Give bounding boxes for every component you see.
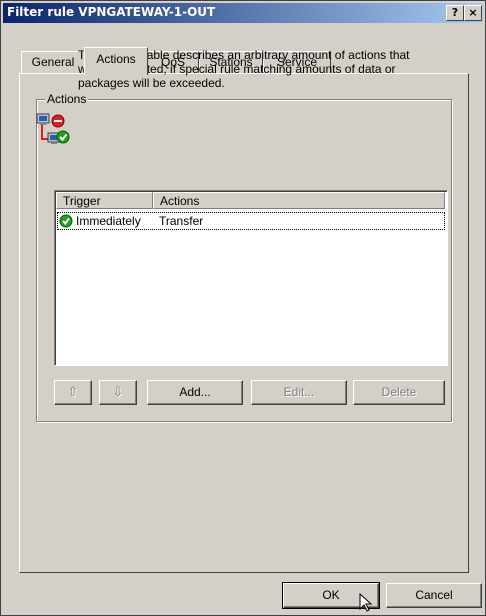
edit-button[interactable]: Edit... <box>251 380 347 405</box>
actions-table[interactable]: Trigger Actions Immediately Transfer <box>54 190 448 366</box>
close-button[interactable]: × <box>464 5 482 21</box>
move-down-button[interactable]: ⇩ <box>99 380 137 405</box>
add-button[interactable]: Add... <box>147 380 243 405</box>
tab-general[interactable]: General <box>21 51 85 74</box>
actions-group-label: Actions <box>45 92 89 106</box>
trigger-cell: Immediately <box>76 214 141 228</box>
arrow-down-icon: ⇩ <box>112 384 124 399</box>
green-check-icon <box>59 214 73 228</box>
delete-button[interactable]: Delete <box>353 380 445 405</box>
arrow-up-icon: ⇧ <box>67 384 79 399</box>
action-cell: Transfer <box>159 214 204 228</box>
tab-actions[interactable]: Actions <box>84 47 148 75</box>
column-header-trigger[interactable]: Trigger <box>56 192 153 209</box>
column-header-actions[interactable]: Actions <box>153 192 445 209</box>
help-button[interactable]: ? <box>446 5 464 21</box>
mouse-cursor-icon <box>359 593 373 612</box>
dialog-window: Filter rule VPNGATEWAY-1-OUT ? × General… <box>0 0 486 616</box>
table-row[interactable]: Immediately Transfer <box>57 212 445 230</box>
cancel-button[interactable]: Cancel <box>386 583 482 608</box>
move-up-button[interactable]: ⇧ <box>54 380 92 405</box>
network-computers-icon <box>36 113 70 144</box>
title-bar[interactable]: Filter rule VPNGATEWAY-1-OUT ? × <box>3 3 483 23</box>
window-title: Filter rule VPNGATEWAY-1-OUT <box>7 5 216 19</box>
